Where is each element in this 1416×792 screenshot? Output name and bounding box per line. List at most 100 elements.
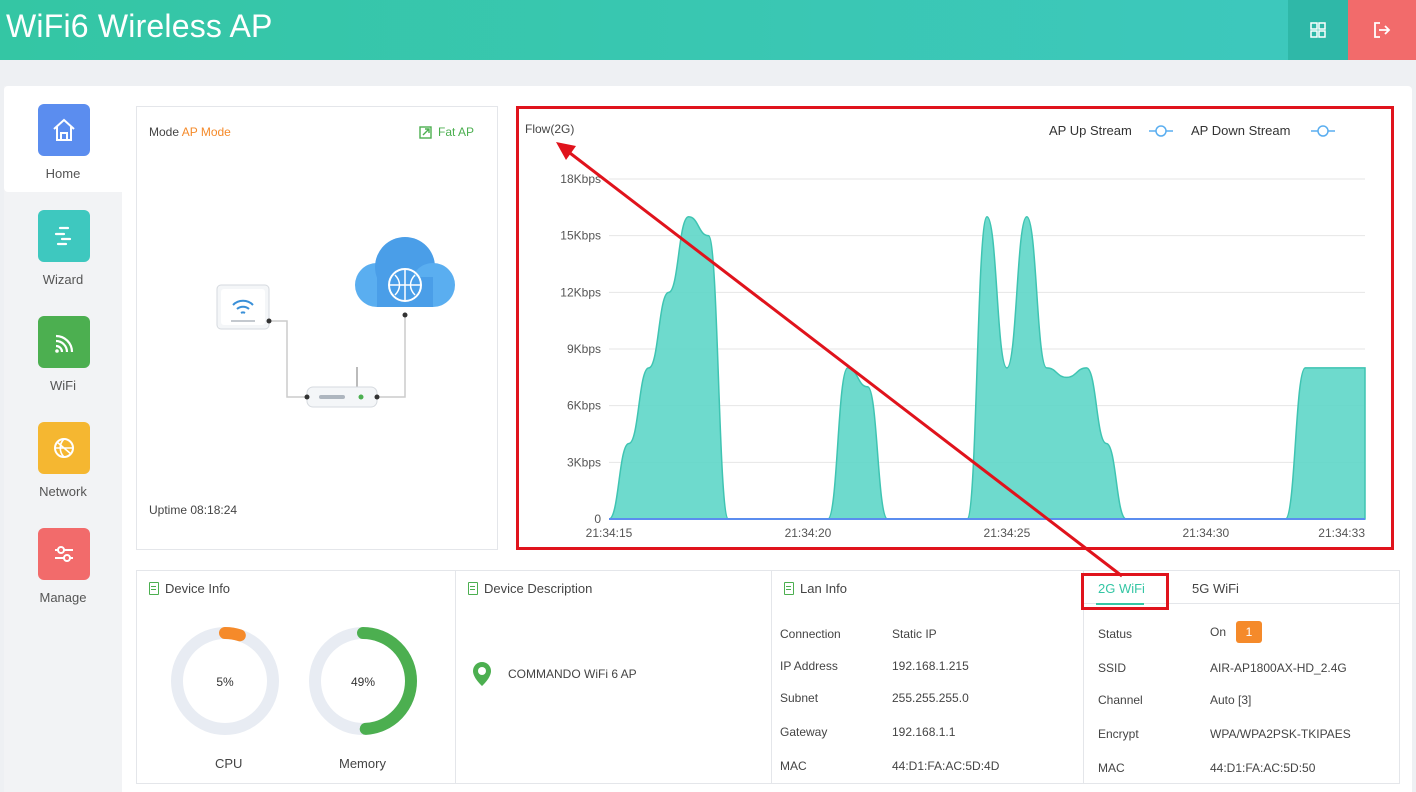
x-tick-label: 21:34:15 bbox=[586, 526, 633, 540]
mode-value: AP Mode bbox=[181, 125, 231, 139]
home-icon bbox=[38, 104, 90, 156]
y-tick-label: 3Kbps bbox=[567, 455, 601, 469]
sidebar-item-home[interactable]: Home bbox=[4, 86, 122, 192]
device-info-label: Device Info bbox=[165, 581, 231, 596]
uptime-label: Uptime bbox=[149, 503, 188, 517]
wifi-value: AIR-AP1800AX-HD_2.4G bbox=[1210, 661, 1347, 675]
memory-value: 49% bbox=[351, 675, 375, 689]
document-icon bbox=[784, 582, 794, 595]
wifi-signal-icon bbox=[38, 316, 90, 368]
cpu-gauge: 5% bbox=[171, 627, 279, 735]
wifi-key: Encrypt bbox=[1098, 727, 1139, 741]
sliders-icon bbox=[38, 528, 90, 580]
lan-key: Subnet bbox=[780, 691, 819, 705]
lan-value: 255.255.255.0 bbox=[892, 691, 969, 705]
wifi-key: SSID bbox=[1098, 661, 1127, 675]
wifi-value: 44:D1:FA:AC:5D:50 bbox=[1210, 761, 1316, 775]
wifi-value: Auto [3] bbox=[1210, 693, 1252, 707]
sidebar: Home Wizard WiFi Network Manage bbox=[4, 86, 122, 792]
sidebar-item-network[interactable]: Network bbox=[4, 404, 122, 510]
router-icon bbox=[304, 367, 380, 408]
y-tick-label: 18Kbps bbox=[560, 172, 601, 186]
lan-info-label: Lan Info bbox=[800, 581, 847, 596]
sidebar-item-label: WiFi bbox=[50, 378, 76, 393]
logout-button[interactable] bbox=[1348, 0, 1416, 60]
device-info-title: Device Info bbox=[149, 581, 230, 596]
sidebar-item-label: Home bbox=[45, 166, 81, 181]
fat-ap-link[interactable]: Fat AP bbox=[419, 125, 474, 139]
wifi-client-count-badge[interactable]: 1 bbox=[1236, 621, 1263, 643]
cloud-internet-icon bbox=[355, 237, 455, 318]
access-point-icon bbox=[216, 284, 272, 330]
lan-key: MAC bbox=[780, 759, 807, 773]
sidebar-item-wizard[interactable]: Wizard bbox=[4, 192, 122, 298]
y-tick-label: 12Kbps bbox=[560, 285, 601, 299]
location-pin-icon bbox=[473, 662, 491, 686]
fat-ap-label: Fat AP bbox=[438, 125, 475, 139]
memory-label: Memory bbox=[339, 756, 386, 771]
sidebar-item-manage[interactable]: Manage bbox=[4, 510, 122, 616]
wifi-value: WPA/WPA2PSK-TKIPAES bbox=[1210, 727, 1351, 741]
legend-label: AP Up Stream bbox=[1049, 123, 1132, 138]
uptime-value: 08:18:24 bbox=[190, 503, 238, 517]
cpu-value: 5% bbox=[216, 675, 234, 689]
lan-key: Gateway bbox=[780, 725, 828, 739]
x-tick-label: 21:34:20 bbox=[785, 526, 832, 540]
chart-title: Flow(2G) bbox=[525, 122, 574, 136]
x-tick-label: 21:34:33 bbox=[1318, 526, 1365, 540]
sidebar-item-wifi[interactable]: WiFi bbox=[4, 298, 122, 404]
wifi-key: Status bbox=[1098, 627, 1133, 641]
document-icon bbox=[149, 582, 159, 595]
legend-marker bbox=[1155, 125, 1167, 137]
legend-marker bbox=[1317, 125, 1329, 137]
y-tick-label: 0 bbox=[594, 512, 601, 526]
lan-value: 192.168.1.1 bbox=[892, 725, 956, 739]
tab-5g-wifi[interactable]: 5G WiFi bbox=[1192, 581, 1239, 596]
header-bar: WiFi6 Wireless AP bbox=[0, 0, 1416, 60]
device-name: COMMANDO WiFi 6 AP bbox=[508, 667, 637, 681]
grid-menu-button[interactable] bbox=[1288, 0, 1348, 60]
wifi-status-value: On bbox=[1210, 625, 1227, 639]
mode-label: Mode bbox=[149, 125, 180, 139]
y-tick-label: 6Kbps bbox=[567, 399, 601, 413]
device-description-label: Device Description bbox=[484, 581, 593, 596]
grid-icon bbox=[1310, 22, 1326, 38]
app-title: WiFi6 Wireless AP bbox=[6, 8, 273, 44]
external-link-icon bbox=[419, 125, 432, 139]
uptime-line: Uptime 08:18:24 bbox=[149, 503, 237, 517]
lan-key: IP Address bbox=[780, 659, 838, 673]
logout-icon bbox=[1374, 22, 1391, 38]
highlight-box-2g-tab bbox=[1081, 573, 1169, 610]
info-row: Device Info 5% CPU 49% Memory Device Des… bbox=[136, 570, 1400, 784]
cpu-label: CPU bbox=[215, 756, 243, 771]
network-globe-icon bbox=[38, 422, 90, 474]
y-tick-label: 9Kbps bbox=[567, 342, 601, 356]
lan-value: 44:D1:FA:AC:5D:4D bbox=[892, 759, 1000, 773]
legend-label: AP Down Stream bbox=[1191, 123, 1290, 138]
sidebar-item-label: Wizard bbox=[42, 272, 84, 287]
area-series-up-stream bbox=[608, 216, 1366, 520]
device-description-section: Device Description COMMANDO WiFi 6 AP bbox=[455, 571, 773, 783]
wizard-icon bbox=[38, 210, 90, 262]
lan-info-title: Lan Info bbox=[784, 581, 847, 596]
mode-card: Mode AP Mode Fat AP Uptime 08:18:24 bbox=[136, 106, 498, 550]
document-icon bbox=[468, 582, 478, 595]
lan-info-section: Lan Info Connection Static IP IP Address… bbox=[771, 571, 1083, 783]
flow-chart-card: Flow(2G) AP Up Stream AP Down Stream 0 3Kbps… bbox=[516, 106, 1394, 550]
sidebar-item-label: Network bbox=[39, 484, 87, 499]
lan-value: 192.168.1.215 bbox=[892, 659, 969, 673]
topology-diagram bbox=[216, 237, 455, 408]
flow-chart: Flow(2G) AP Up Stream AP Down Stream 0 3Kbps… bbox=[525, 122, 1366, 540]
memory-gauge: 49% bbox=[309, 627, 417, 735]
device-description-title: Device Description bbox=[468, 581, 592, 596]
mode-line: Mode AP Mode bbox=[149, 125, 231, 139]
lan-value: Static IP bbox=[892, 627, 937, 641]
device-info-section: Device Info 5% CPU 49% Memory bbox=[137, 571, 455, 783]
wifi-status: On 1 bbox=[1210, 621, 1263, 643]
wifi-key: Channel bbox=[1098, 693, 1143, 707]
y-tick-label: 15Kbps bbox=[560, 229, 601, 243]
x-tick-label: 21:34:30 bbox=[1182, 526, 1229, 540]
wifi-key: MAC bbox=[1098, 761, 1125, 775]
x-tick-label: 21:34:25 bbox=[984, 526, 1031, 540]
lan-key: Connection bbox=[780, 627, 841, 641]
